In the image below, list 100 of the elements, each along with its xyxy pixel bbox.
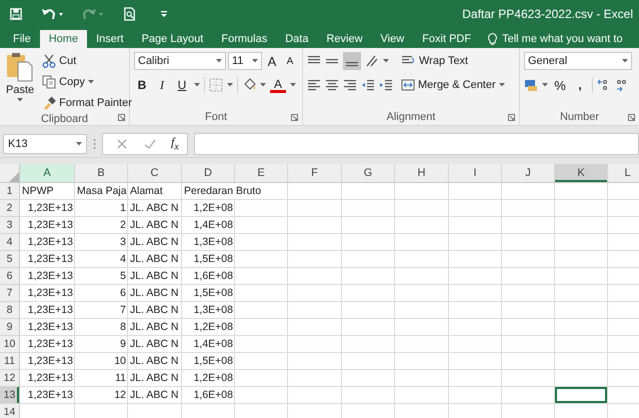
fill-bucket-icon[interactable] <box>242 78 256 92</box>
grow-font-button[interactable]: A <box>264 54 280 68</box>
table-cell <box>449 183 502 200</box>
decrease-indent-icon[interactable] <box>361 78 375 92</box>
ribbon-tab[interactable]: Formulas <box>212 30 276 48</box>
formula-input[interactable] <box>194 133 639 155</box>
column-header[interactable]: H <box>395 164 449 182</box>
table-cell: 1,3E+08 <box>182 302 235 319</box>
name-box[interactable]: K13 <box>3 134 87 154</box>
align-center-icon[interactable] <box>325 78 339 92</box>
row-header[interactable]: 6 <box>0 268 20 285</box>
table-cell <box>395 285 449 302</box>
column-header[interactable]: I <box>449 164 502 182</box>
percent-button[interactable]: % <box>552 78 568 92</box>
row-header[interactable]: 8 <box>0 302 20 319</box>
dialog-launcher-icon[interactable] <box>508 114 515 121</box>
paintbrush-icon[interactable] <box>42 96 56 110</box>
table-cell <box>502 353 555 370</box>
font-color-button[interactable]: A <box>270 78 286 92</box>
ribbon-tab[interactable]: Page Layout <box>132 30 212 48</box>
align-bottom-icon[interactable] <box>343 52 361 70</box>
ribbon-tab[interactable]: Insert <box>87 30 133 48</box>
caret-icon <box>260 83 266 87</box>
copy-button[interactable]: Copy <box>40 73 134 91</box>
tell-me-search[interactable]: Tell me what you want to <box>480 30 623 48</box>
column-header[interactable]: K <box>555 164 608 182</box>
row-header[interactable]: 14 <box>0 404 20 418</box>
insert-function-button[interactable]: f$_{x}$ <box>171 135 179 153</box>
decrease-decimal-icon[interactable] <box>615 78 629 92</box>
font-name-dropdown[interactable]: Calibri <box>134 52 226 70</box>
table-cell <box>395 319 449 336</box>
dialog-launcher-icon[interactable] <box>118 114 125 121</box>
ribbon-tab[interactable]: Foxit PDF <box>413 30 480 48</box>
table-cell <box>502 387 555 404</box>
row-header[interactable]: 12 <box>0 370 20 387</box>
table-cell: 1,23E+13 <box>20 319 75 336</box>
row-header[interactable]: 2 <box>0 200 20 217</box>
shrink-font-button[interactable]: A <box>282 56 298 66</box>
cut-button[interactable]: Cut <box>40 52 134 70</box>
wrap-text-button[interactable]: Wrap Text <box>399 52 507 70</box>
row-header[interactable]: 13 <box>0 387 20 404</box>
align-left-icon[interactable] <box>307 78 321 92</box>
table-cell <box>449 234 502 251</box>
ribbon-tab[interactable]: Review <box>317 30 372 48</box>
scissors-icon[interactable] <box>42 54 56 68</box>
ribbon-tab[interactable]: File <box>4 30 40 48</box>
currency-icon[interactable] <box>524 78 538 92</box>
align-right-icon[interactable] <box>343 78 357 92</box>
increase-indent-icon[interactable] <box>379 78 393 92</box>
row-header[interactable]: 11 <box>0 353 20 370</box>
row-header[interactable]: 4 <box>0 234 20 251</box>
table-cell <box>502 251 555 268</box>
undo-icon[interactable] <box>41 7 65 21</box>
column-header[interactable]: F <box>288 164 342 182</box>
table-cell: JL. ABC N <box>128 268 182 285</box>
paste-button[interactable]: Paste <box>4 52 36 112</box>
row-header[interactable]: 9 <box>0 319 20 336</box>
comma-button[interactable]: , <box>572 78 588 92</box>
table-cell <box>395 370 449 387</box>
row-header[interactable]: 1 <box>0 183 20 200</box>
column-header[interactable]: E <box>235 164 288 182</box>
number-format-dropdown[interactable]: General <box>524 52 632 70</box>
column-header[interactable]: A <box>20 164 75 182</box>
borders-icon[interactable] <box>209 78 223 92</box>
column-header[interactable]: D <box>182 164 235 182</box>
column-header[interactable]: C <box>128 164 182 182</box>
table-cell <box>342 234 395 251</box>
format-painter-button[interactable]: Format Painter <box>40 94 134 112</box>
orientation-icon[interactable] <box>365 54 379 68</box>
row-header[interactable]: 5 <box>0 251 20 268</box>
ribbon-tab[interactable]: View <box>372 30 414 48</box>
table-cell: JL. ABC N <box>128 200 182 217</box>
table-cell: 1,2E+08 <box>182 370 235 387</box>
merge-center-button[interactable]: Merge & Center <box>399 76 507 94</box>
table-cell: 9 <box>75 336 128 353</box>
dialog-launcher-icon[interactable] <box>628 114 635 121</box>
column-header[interactable]: B <box>75 164 128 182</box>
font-size-dropdown[interactable]: 11 <box>228 52 262 70</box>
row-header[interactable]: 7 <box>0 285 20 302</box>
dialog-launcher-icon[interactable] <box>291 114 298 121</box>
table-cell <box>502 183 555 200</box>
row-header[interactable]: 3 <box>0 217 20 234</box>
column-header[interactable]: G <box>342 164 395 182</box>
table-cell <box>395 234 449 251</box>
table-cell <box>449 200 502 217</box>
underline-button[interactable]: U <box>174 78 190 92</box>
table-cell <box>342 302 395 319</box>
table-cell: 1,5E+08 <box>182 285 235 302</box>
copy-icon[interactable] <box>42 75 56 89</box>
table-cell <box>342 217 395 234</box>
row-header[interactable]: 10 <box>0 336 20 353</box>
table-cell <box>449 387 502 404</box>
table-cell <box>288 183 342 200</box>
ribbon-tab[interactable]: Home <box>40 30 88 48</box>
column-header[interactable]: L <box>608 164 639 182</box>
merge-center-icon[interactable] <box>401 78 415 92</box>
ribbon-tab[interactable]: Data <box>276 30 318 48</box>
enter-check-icon[interactable] <box>143 137 157 151</box>
bold-button[interactable]: B <box>134 78 150 92</box>
italic-button[interactable]: I <box>154 78 170 92</box>
